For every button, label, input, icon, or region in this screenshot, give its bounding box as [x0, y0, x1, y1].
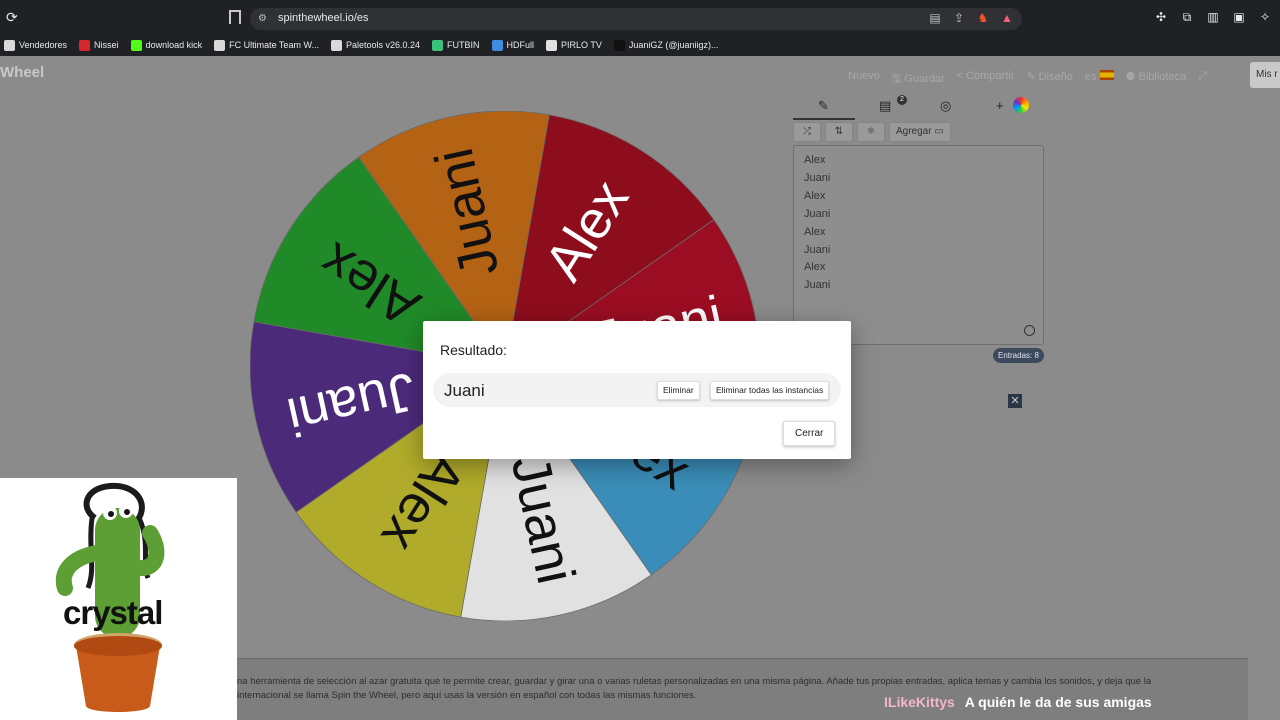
add-wheel-plus-icon[interactable]: + — [996, 98, 1004, 113]
bookmark-label: Nissei — [94, 40, 119, 50]
bookmark-icon[interactable] — [229, 10, 241, 24]
hide-tab-eye-icon[interactable]: ◎ — [940, 98, 951, 114]
entry-line: Alex — [804, 225, 826, 238]
description-line-1: na herramienta de selección al azar grat… — [237, 676, 1152, 687]
bookmarks-bar: Vendedores Nissei download kick FC Ultimate… — [0, 34, 1280, 56]
bookmark-label: PIRLO TV — [561, 40, 602, 50]
emoji-icon[interactable] — [1024, 325, 1035, 336]
cactus-overlay: crystal — [0, 478, 237, 720]
reload-icon[interactable]: ⟳ — [6, 9, 22, 25]
leo-ai-icon[interactable]: ✧ — [1258, 10, 1272, 24]
stream-username: ILikeKittys — [884, 694, 955, 710]
site-settings-icon[interactable]: ⚙ — [258, 13, 270, 25]
extensions-icon[interactable]: ✣ — [1154, 10, 1168, 24]
remove-button[interactable]: Eliminar — [657, 381, 700, 400]
close-button[interactable]: Cerrar — [783, 421, 836, 446]
nav-design[interactable]: ✎ Diseño — [1026, 70, 1073, 89]
bookmark-label: Paletools v26.0.24 — [345, 40, 421, 50]
bookmark-favicon-icon — [613, 39, 625, 51]
bookmark-item[interactable]: JuaniGZ (@juaniigz)... — [613, 39, 719, 51]
bookmark-label: Vendedores — [19, 40, 68, 50]
sort-button[interactable]: ⇅ — [825, 122, 853, 142]
bookmark-favicon-icon — [491, 39, 503, 51]
results-tab-clipboard-icon[interactable]: ▤ — [879, 98, 891, 114]
bookmark-favicon-icon — [214, 39, 226, 51]
brave-shields-icon[interactable]: ♞ — [976, 11, 990, 25]
reader-icon[interactable]: ▤ — [928, 11, 942, 25]
entry-list: Alex Juani Alex Juani Alex Juani Alex Juani — [804, 152, 1033, 295]
editor-tabs: ✎ ▤ 2 ◎ + — [793, 94, 1043, 120]
bookmark-favicon-icon — [130, 39, 142, 51]
remove-all-button[interactable]: Eliminar todas las instancias — [710, 381, 830, 400]
bookmark-label: download kick — [145, 40, 203, 50]
results-count-badge: 2 — [897, 95, 907, 105]
entry-line: Alex — [804, 261, 826, 274]
nav-language[interactable]: es — [1085, 70, 1114, 89]
color-theme-icon[interactable] — [1013, 97, 1029, 113]
top-nav: Nuevo 🖫 Guardar < Compartir ✎ Diseño es … — [848, 70, 1207, 89]
stream-chat-message: ILikeKittys A quién le da de sus amigas — [884, 694, 1152, 710]
bookmark-favicon-icon — [330, 39, 342, 51]
nav-save[interactable]: 🖫 Guardar — [892, 70, 945, 89]
bookmark-item[interactable]: Vendedores — [4, 39, 68, 51]
result-dialog: Resultado: Juani Eliminar Eliminar todas… — [423, 321, 851, 459]
bookmark-item[interactable]: download kick — [130, 39, 203, 51]
bookmark-item[interactable]: PIRLO TV — [546, 39, 602, 51]
result-title: Resultado: — [440, 342, 507, 358]
active-tab-underline — [793, 118, 855, 120]
bookmark-item[interactable]: FUTBIN — [432, 39, 480, 51]
brave-rewards-icon[interactable]: ▲ — [1000, 11, 1014, 25]
bookmark-item[interactable]: Paletools v26.0.24 — [330, 39, 421, 51]
ai-button[interactable]: ⚛ — [857, 122, 885, 142]
bookmark-label: HDFull — [506, 40, 535, 50]
spain-flag-icon — [1099, 70, 1114, 80]
entry-line: Juani — [804, 207, 831, 220]
bookmark-label: JuaniGZ (@juaniigz)... — [628, 40, 719, 50]
bookmark-favicon-icon — [432, 39, 444, 51]
cactus-caption: crystal — [63, 594, 163, 631]
bookmark-label: FC Ultimate Team W... — [229, 40, 319, 50]
entry-line: Juani — [804, 243, 831, 256]
my-wheels-button[interactable]: Mis r — [1250, 62, 1280, 88]
close-ad-icon[interactable]: ✕ — [1008, 394, 1022, 408]
nav-library[interactable]: ⚉ Biblioteca — [1126, 70, 1187, 89]
add-image-button[interactable]: Agregar ▭ — [889, 122, 951, 142]
bookmark-favicon-icon — [4, 39, 15, 51]
entry-line: Juani — [804, 279, 831, 292]
bookmark-item[interactable]: HDFull — [491, 39, 535, 51]
nav-new[interactable]: Nuevo — [848, 70, 880, 89]
sidebar-icon[interactable]: ▥ — [1206, 10, 1220, 24]
url-text[interactable]: spinthewheel.io/es — [278, 12, 369, 24]
result-name: Juani — [444, 381, 485, 400]
wallet-icon[interactable]: ▣ — [1232, 10, 1246, 24]
bookmark-item[interactable]: Nissei — [79, 39, 119, 51]
entry-line: Juani — [804, 171, 831, 184]
edit-tab-pencil-icon[interactable]: ✎ — [818, 98, 829, 114]
entry-line: Alex — [804, 189, 826, 202]
address-bar[interactable]: ⚙ spinthewheel.io/es ▤ ⇪ ♞ ▲ — [250, 8, 1022, 30]
bookmark-favicon-icon — [79, 39, 91, 51]
fullscreen-icon[interactable]: ⤢ — [1198, 70, 1207, 89]
entries-toolbar: ⤮ ⇅ ⚛ Agregar ▭ — [793, 122, 951, 142]
share-icon[interactable]: ⇪ — [952, 11, 966, 25]
bookmark-item[interactable]: FC Ultimate Team W... — [214, 39, 319, 51]
description-panel: na herramienta de selección al azar grat… — [237, 658, 1248, 720]
bookmark-favicon-icon — [546, 39, 558, 51]
screenshot-icon[interactable]: ⧉ — [1180, 10, 1194, 24]
entries-textarea[interactable]: Alex Juani Alex Juani Alex Juani Alex Juani — [793, 145, 1044, 345]
app-logo[interactable]: Wheel — [0, 64, 44, 81]
result-row: Juani Eliminar Eliminar todas las instan… — [433, 373, 841, 407]
bookmark-label: FUTBIN — [447, 40, 480, 50]
entries-count-badge: Entradas: 8 — [993, 348, 1044, 363]
nav-share[interactable]: < Compartir — [957, 70, 1015, 89]
entry-line: Alex — [804, 154, 826, 166]
browser-toolbar: ⟳ ⚙ spinthewheel.io/es ▤ ⇪ ♞ ▲ ✣ ⧉ ▥ ▣ ✧ — [0, 0, 1280, 34]
stream-message: A quién le da de sus amigas — [964, 694, 1152, 710]
shuffle-button[interactable]: ⤮ — [793, 122, 821, 142]
